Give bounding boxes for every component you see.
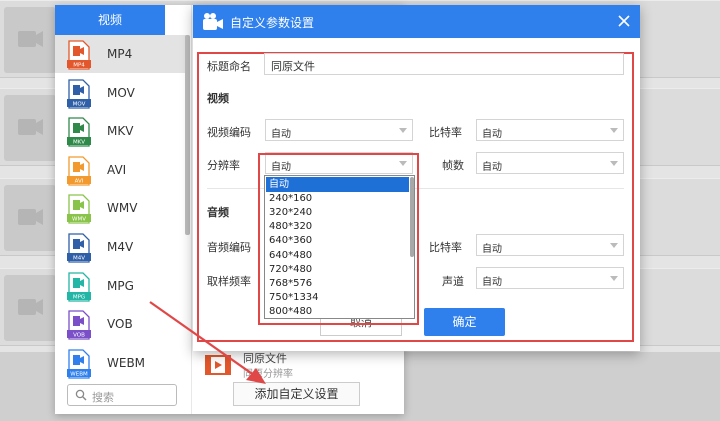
search-icon: [75, 389, 87, 401]
format-label: WEBM: [107, 355, 146, 370]
custom-preset-name: 同原文件: [243, 352, 287, 365]
format-label: MPG: [107, 278, 134, 293]
format-item-mpg[interactable]: MPG MPG: [55, 267, 188, 305]
title-name-label: 标题命名: [207, 60, 251, 73]
video-thumbnail: [4, 275, 56, 341]
mkv-file-icon: MKV: [67, 117, 91, 147]
format-badge-text: WEBM: [70, 371, 88, 377]
channel-label: 声道: [442, 275, 464, 288]
format-item-wmv[interactable]: WMV WMV: [55, 189, 188, 227]
framerate-label: 帧数: [442, 159, 464, 172]
film-icon: [205, 355, 231, 375]
audio-bitrate-select[interactable]: 自动: [476, 234, 624, 256]
format-label: VOB: [107, 317, 133, 332]
format-label: AVI: [107, 162, 127, 177]
resolution-label: 分辨率: [207, 159, 240, 172]
tab-video[interactable]: 视频: [55, 5, 165, 35]
audio-section-heading: 音频: [207, 206, 229, 219]
format-label: WMV: [107, 201, 138, 216]
format-item-vob[interactable]: VOB VOB: [55, 305, 188, 343]
audio-codec-label: 音频编码: [207, 241, 251, 254]
add-custom-settings-button[interactable]: 添加自定义设置: [233, 382, 360, 406]
format-badge-text: MP4: [73, 63, 85, 69]
video-bitrate-select[interactable]: 自动: [476, 119, 624, 141]
chevron-down-icon: [399, 128, 407, 133]
panel-divider: [191, 5, 192, 414]
video-section-heading: 视频: [207, 92, 229, 105]
framerate-value: 自动: [482, 162, 502, 173]
format-item-mov[interactable]: MOV MOV: [55, 74, 188, 112]
format-label: MOV: [107, 85, 135, 100]
mov-file-icon: MOV: [67, 78, 91, 109]
samplerate-label: 取样频率: [207, 275, 251, 288]
audio-bitrate-label: 比特率: [429, 241, 462, 254]
title-name-input[interactable]: 同原文件: [264, 53, 624, 75]
video-bitrate-value: 自动: [482, 129, 502, 140]
format-label: MP4: [107, 47, 133, 61]
framerate-select[interactable]: 自动: [476, 152, 624, 174]
format-item-m4v[interactable]: M4V M4V: [55, 228, 188, 266]
chevron-down-icon: [610, 128, 618, 133]
video-icon: [18, 299, 43, 315]
search-placeholder: 搜索: [92, 391, 114, 404]
dialog-title: 自定义参数设置: [230, 16, 315, 30]
ok-button[interactable]: 确定: [424, 308, 505, 336]
video-thumbnail: [4, 185, 56, 251]
format-item-avi[interactable]: AVI AVI: [55, 151, 188, 189]
custom-preset-sub: 同原分辨率: [243, 369, 293, 380]
format-badge-text: MOV: [73, 101, 86, 107]
custom-preset-item[interactable]: 同原文件 同原分辨率: [205, 350, 395, 380]
video-codec-label: 视频编码: [207, 126, 251, 139]
camera-icon: [203, 13, 223, 30]
format-search-input[interactable]: 搜索: [67, 384, 177, 406]
channel-select[interactable]: 自动: [476, 267, 624, 289]
chevron-down-icon: [610, 243, 618, 248]
webm-file-icon: WEBM: [67, 349, 91, 379]
chevron-down-icon: [610, 161, 618, 166]
format-item-webm[interactable]: WEBM WEBM: [55, 344, 188, 382]
format-badge-text: AVI: [75, 178, 84, 184]
format-item-mkv[interactable]: MKV MKV: [55, 112, 188, 150]
format-badge-text: MPG: [73, 294, 85, 300]
channel-value: 自动: [482, 277, 502, 288]
video-codec-value: 自动: [271, 129, 291, 140]
chevron-down-icon: [610, 276, 618, 281]
audio-bitrate-value: 自动: [482, 244, 502, 255]
format-list-scrollbar[interactable]: [185, 35, 190, 235]
format-badge-text: MKV: [73, 140, 85, 146]
vob-file-icon: VOB: [67, 310, 91, 340]
video-icon: [18, 209, 43, 225]
video-icon: [18, 31, 43, 47]
close-icon[interactable]: [616, 13, 632, 29]
format-badge-text: WMV: [72, 217, 86, 223]
video-thumbnail: [4, 7, 56, 73]
format-item-mp4[interactable]: MP4 MP4: [55, 35, 188, 73]
format-label: MKV: [107, 124, 134, 139]
video-bitrate-label: 比特率: [429, 126, 462, 139]
format-list: MP4 MP4 MOV MOV MKV MKV AVI AVI WMV WMV M4V M4V MPG M…: [55, 35, 190, 379]
mp4-file-icon: MP4: [67, 40, 91, 70]
dialog-title-bar: 自定义参数设置: [193, 5, 640, 38]
video-codec-select[interactable]: 自动: [265, 119, 413, 141]
mpg-file-icon: MPG: [67, 271, 91, 302]
format-badge-text: M4V: [73, 256, 85, 262]
video-thumbnail: [4, 95, 56, 161]
avi-file-icon: AVI: [67, 156, 91, 186]
video-icon: [18, 119, 43, 135]
m4v-file-icon: M4V: [67, 233, 91, 263]
dropdown-highlight-box: [258, 153, 419, 325]
format-label: M4V: [107, 240, 134, 254]
wmv-file-icon: WMV: [67, 194, 91, 225]
format-badge-text: VOB: [73, 333, 85, 339]
